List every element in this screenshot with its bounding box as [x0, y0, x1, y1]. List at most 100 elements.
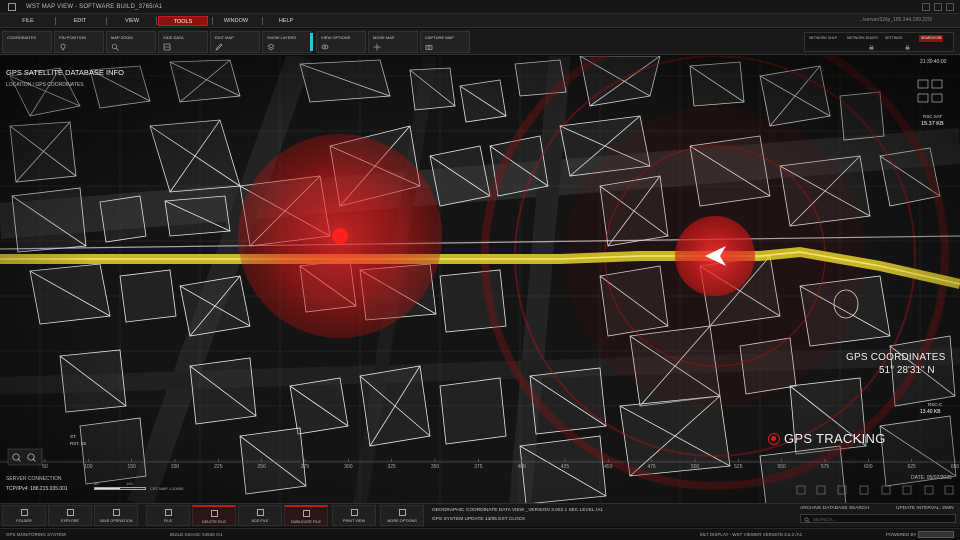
menu-separator	[156, 17, 157, 25]
scale-tick-label: 575	[821, 464, 830, 470]
minimize-button[interactable]	[922, 3, 930, 11]
file-button[interactable]: FILE	[146, 505, 190, 526]
update-interval: UPDATE INTERVAL: 2MIN	[896, 506, 954, 511]
server-tcp: TCP/IPv4: 188.215.035.001	[6, 486, 68, 492]
settings-button[interactable]: SETTINGS	[885, 36, 903, 41]
map-tag-line1: ST.	[70, 434, 77, 439]
window-controls	[922, 3, 954, 11]
target-point[interactable]	[332, 228, 348, 244]
status-powered: POWERED BY	[886, 532, 917, 537]
window-title: WST MAP VIEW - SOFTWARE BUILD_3765/A1	[26, 3, 163, 10]
menu-file[interactable]: FILE	[8, 16, 48, 26]
scale-tick-label: 650	[951, 464, 960, 470]
zoom-icon	[111, 43, 119, 51]
duplicate-icon	[303, 510, 310, 517]
gps-update-info: GPS SYSTEM UPDATE 13/05 EST CLOCK	[432, 517, 526, 522]
scale-label: CRT MAP 1:10000	[150, 486, 184, 491]
duplicate-file-button[interactable]: DUBLICATE FILE	[284, 505, 328, 526]
search-db-button[interactable]: SEARCH DB	[919, 35, 944, 42]
button-label: FILE	[163, 519, 173, 523]
scale-tick-label: 525	[734, 464, 743, 470]
title-bar: WST MAP VIEW - SOFTWARE BUILD_3765/A1	[0, 0, 960, 14]
menu-tools[interactable]: TOOLS	[158, 16, 208, 26]
network-dhlp-button[interactable]: NETWORK DHLP	[809, 36, 837, 41]
brand-logo-icon	[918, 531, 954, 538]
button-label: DUBLICATE FILE	[290, 520, 322, 524]
menu-icon	[399, 509, 406, 516]
archive-search-field[interactable]: SEARCH...	[800, 514, 956, 523]
close-button[interactable]	[946, 3, 954, 11]
move-icon	[373, 43, 381, 51]
menu-edit[interactable]: EDIT	[60, 16, 100, 26]
button-label: FOLDER	[16, 519, 32, 523]
eye-icon	[321, 44, 329, 50]
scale-tick-label: 300	[344, 464, 353, 470]
map-date: DATE: 05/07/2035	[911, 475, 952, 481]
folder-button[interactable]: FOLDER	[2, 505, 46, 526]
tool-label: VIEW OPTIONS	[321, 35, 351, 40]
menu-help[interactable]: HELP	[266, 16, 306, 26]
add-file-button[interactable]: ADD FILE	[238, 505, 282, 526]
button-label: SAVE OPERATION	[99, 519, 133, 523]
layers-icon	[267, 43, 275, 51]
button-label: DELETE FILE	[202, 520, 226, 524]
explore-button[interactable]: EXPLORE	[48, 505, 92, 526]
network-panel: NETWORK DHLP NETWORK ENCRY. SETTINGS SEA…	[804, 32, 954, 52]
scale-tick-label: 625	[907, 464, 916, 470]
scale-tick-label: 325	[387, 464, 396, 470]
menu-window[interactable]: WINDOW	[216, 16, 256, 26]
tool-label: SHOW LAYERS	[267, 35, 297, 40]
lock-icon	[869, 45, 874, 50]
pin-icon	[60, 43, 66, 51]
status-version: MLT DISPLAY - WST VIEWER VERSION 3.5.2 /…	[700, 532, 803, 537]
print-view-button[interactable]: PRINT VIEW	[332, 505, 376, 526]
search-icon	[804, 516, 810, 523]
save-operation-button[interactable]: SAVE OPERATION	[94, 505, 138, 526]
maximize-button[interactable]	[934, 3, 942, 11]
tool-label: MOVE MAP	[373, 35, 395, 40]
gps-tracking-indicator[interactable]: GPS TRACKING	[768, 431, 886, 446]
menu-bar: FILE EDIT VIEW TOOLS WINDOW HELP ../serv…	[0, 14, 960, 28]
tool-coordinates[interactable]: COORDINATES	[2, 31, 52, 53]
menu-separator	[262, 17, 263, 25]
map-tag-line2: RST. 03	[70, 441, 87, 446]
scale-tick-label: 225	[214, 464, 223, 470]
button-label: ADD FILE	[251, 519, 269, 523]
toolbar: COORDINATES PIN POSITION MAP ZOOM SIDE D…	[0, 29, 960, 55]
scale-tick-label: 475	[647, 464, 656, 470]
print-icon	[351, 509, 358, 516]
tool-map-zoom[interactable]: MAP ZOOM	[106, 31, 156, 53]
trash-icon	[211, 510, 218, 517]
save-icon	[113, 509, 120, 516]
more-options-button[interactable]: MORE OPTIONS	[380, 505, 424, 526]
gps-coordinates-value: 51° 28'31" N	[879, 365, 935, 376]
file-icon	[165, 509, 172, 516]
data-icon	[163, 43, 171, 51]
tool-label: CAPTURE MAP	[425, 35, 454, 40]
tool-label: COORDINATES	[7, 35, 37, 40]
map-view[interactable]: 50 100 150 200 225 250 275 300 325 350 375 400 425 45…	[0, 56, 960, 504]
tool-side-data[interactable]: SIDE DATA	[158, 31, 208, 53]
search-placeholder: SEARCH...	[813, 516, 836, 522]
tool-edit-map[interactable]: EDIT MAP	[210, 31, 260, 53]
delete-file-button[interactable]: DELETE FILE	[192, 505, 236, 526]
server-url: ../server/32/ip_185.244.189.220/	[860, 17, 932, 23]
data-box-2-label: RSC-C	[928, 402, 943, 407]
app-icon	[8, 3, 16, 11]
menu-view[interactable]: VIEW	[110, 16, 154, 26]
button-label: EXPLORE	[61, 519, 79, 523]
map-subheader: LOCATION / GPS COORDINATES	[6, 82, 84, 88]
map-clock: 21:30:40:00	[920, 59, 947, 65]
data-box-label: RSC SAT	[923, 114, 943, 119]
tool-show-layers[interactable]: SHOW LAYERS	[262, 31, 312, 53]
tool-capture-map[interactable]: CAPTURE MAP	[420, 31, 470, 53]
lock-icon	[905, 45, 910, 50]
map-scale-bar	[94, 487, 146, 490]
tool-move-map[interactable]: MOVE MAP	[368, 31, 418, 53]
network-encry-button[interactable]: NETWORK ENCRY.	[847, 36, 879, 41]
scale-tick-label: 250	[257, 464, 266, 470]
tool-pin-position[interactable]: PIN POSITION	[54, 31, 104, 53]
scale-tick-label: 100	[84, 464, 93, 470]
tool-view-options[interactable]: VIEW OPTIONS	[316, 31, 366, 53]
tool-label: MAP ZOOM	[111, 35, 133, 40]
